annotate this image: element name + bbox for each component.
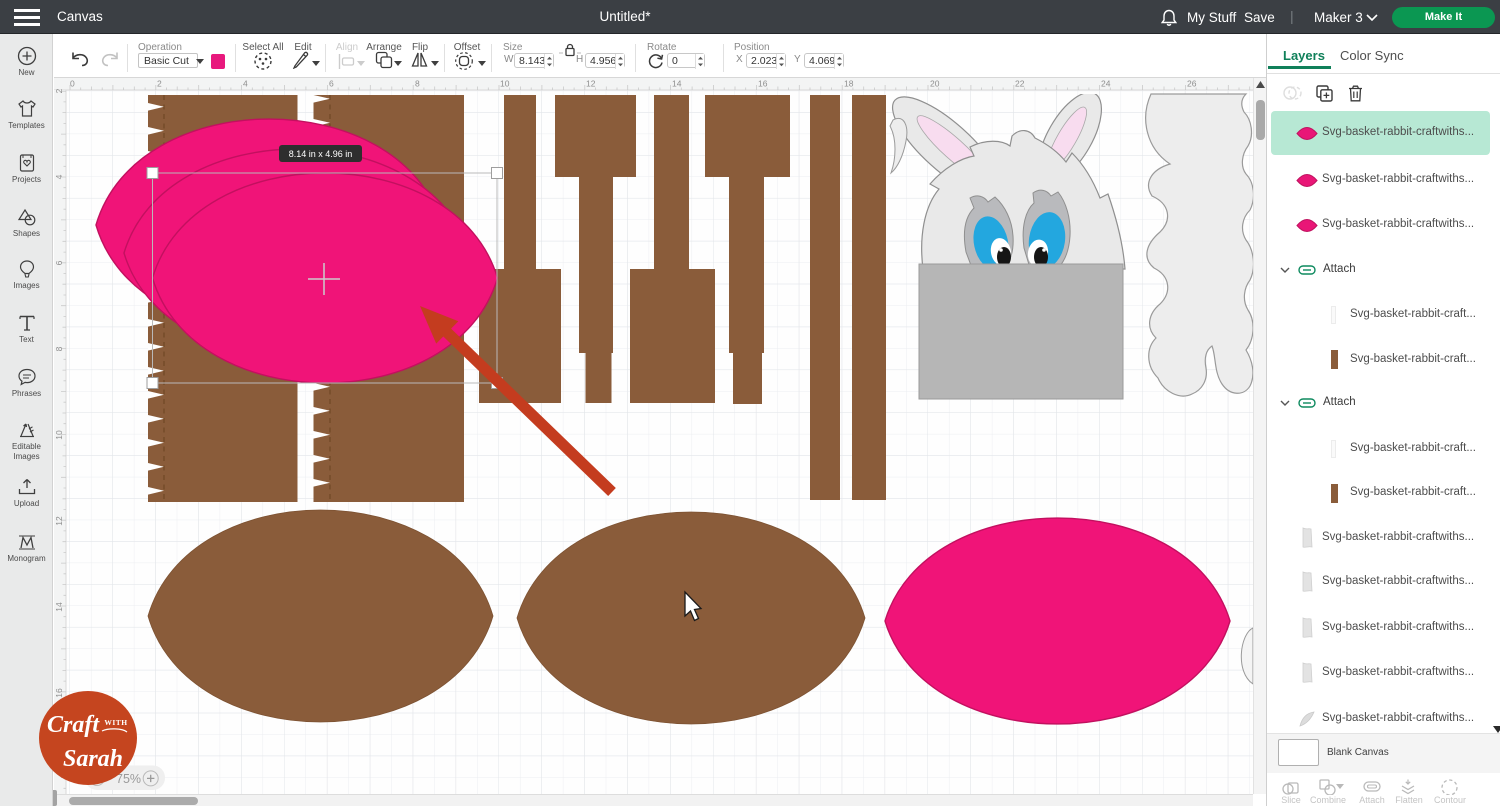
svg-text:12: 12: [54, 516, 64, 526]
svg-text:4: 4: [54, 174, 64, 179]
svg-text:10: 10: [500, 79, 510, 89]
svg-text:8.14 in x 4.96 in: 8.14 in x 4.96 in: [289, 149, 353, 159]
svg-text:26: 26: [1187, 79, 1197, 89]
svg-text:10: 10: [54, 430, 64, 440]
svg-text:WITH: WITH: [104, 718, 127, 727]
svg-text:16: 16: [758, 79, 768, 89]
svg-text:12: 12: [586, 79, 596, 89]
svg-text:14: 14: [672, 79, 682, 89]
svg-text:24: 24: [1101, 79, 1111, 89]
svg-text:22: 22: [1015, 79, 1025, 89]
svg-text:6: 6: [54, 260, 64, 265]
svg-text:Craft: Craft: [47, 712, 100, 738]
svg-text:14: 14: [54, 602, 64, 612]
svg-text:0: 0: [70, 79, 75, 89]
svg-text:6: 6: [329, 79, 334, 89]
svg-text:2: 2: [157, 79, 162, 89]
svg-text:20: 20: [930, 79, 940, 89]
svg-text:2: 2: [54, 88, 64, 93]
svg-text:8: 8: [415, 79, 420, 89]
svg-text:8: 8: [54, 346, 64, 351]
svg-text:18: 18: [844, 79, 854, 89]
svg-text:4: 4: [243, 79, 248, 89]
svg-text:Sarah: Sarah: [63, 746, 123, 772]
